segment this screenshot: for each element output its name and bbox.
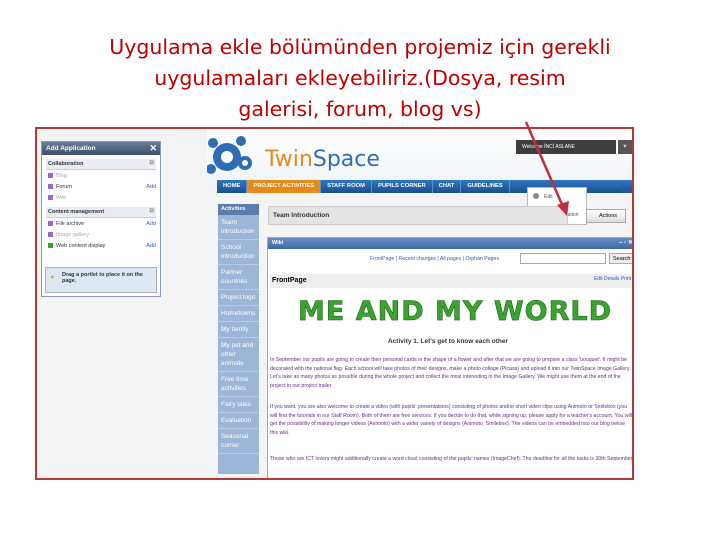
blog-icon [48,173,53,178]
wiki-page-actions[interactable]: Edit Details Print [594,276,631,282]
page-title: Team Introduction [268,206,568,225]
sidebar-item-free-time[interactable]: Free time activities [218,372,259,397]
section-content-management[interactable]: Content management ⊟ [46,207,156,218]
sidebar-item-seasonal-corner[interactable]: Seasonal corner [218,429,259,454]
collapse-icon[interactable]: ⊟ [149,208,154,214]
wiki-paragraph-1: In September our pupils are going to cre… [270,356,632,390]
app-row-web-content[interactable]: Web content display Add [42,240,160,251]
screenshot-frame: TwinSpace Welcome İNCİ ASLANE ▼ HOME PROJ… [35,127,634,480]
edit-icon [533,193,539,199]
wiki-nav-links[interactable]: FrontPage | Recent changes | All pages |… [370,256,499,262]
app-row-forum[interactable]: Forum Add [42,181,160,192]
add-file-archive-link[interactable]: Add [146,221,156,227]
nav-chat[interactable]: CHAT [433,180,462,193]
drag-portlet-note: ✦ Drag a portlet to place it on the page. [45,267,157,293]
add-application-panel: Add Application ✕ Collaboration ⊟ Blog Fo… [41,141,161,297]
wiki-page-title: FrontPage [270,274,632,288]
app-row-blog: Blog [42,170,160,181]
slide-title-line-2: uygulamaları ekleyebiliriz.(Dosya, resim [154,66,566,90]
nav-pupils-corner[interactable]: PUPILS CORNER [372,180,433,193]
sidebar-item-hometowns[interactable]: Hometowns [218,306,259,322]
twinspace-logo-icon [207,136,252,174]
app-row-image-gallery: Image gallery [42,229,160,240]
nav-home[interactable]: HOME [217,180,248,193]
app-row-file-archive[interactable]: File archive Add [42,218,160,229]
wiki-paragraph-3: Those who are ICT lovers might additiona… [270,455,634,464]
add-forum-link[interactable]: Add [146,184,156,190]
nav-guidelines[interactable]: GUIDELINES [461,180,510,193]
forum-icon [48,184,53,189]
app-row-wiki: Wiki [42,192,160,203]
slide-title-line-1: Uygulama ekle bölümünden projemiz için g… [109,35,611,59]
add-application-title: Add Application [46,145,96,152]
sidebar-item-my-family[interactable]: My family [218,322,259,338]
wiki-search-input[interactable] [520,253,606,264]
add-web-content-link[interactable]: Add [146,243,156,249]
slide-title-line-3: galerisi, forum, blog vs) [238,97,482,121]
wiki-search-button[interactable]: Search [609,253,632,264]
sidebar-item-partner-countries[interactable]: Partner countries [218,265,259,290]
hide-link[interactable]: Hide [620,189,630,195]
close-icon[interactable]: ✕ [149,143,157,153]
twinspace-logo-text[interactable]: TwinSpace [265,147,380,172]
sidebar-item-school-introduction[interactable]: School introduction [218,240,259,265]
sidebar-header: Activities [218,204,259,215]
lightbulb-icon: ✦ [50,275,55,281]
slide-title: Uygulama ekle bölümünden projemiz için g… [40,32,680,125]
sidebar-item-my-pet[interactable]: My pet and other animals [218,338,259,372]
web-content-icon [48,243,53,248]
add-application-header: Add Application ✕ [42,142,160,155]
wiki-header: Wiki – ▫ ✕ [268,238,632,249]
sidebar-item-project-logo[interactable]: Project logo [218,290,259,306]
collapse-icon[interactable]: ⊟ [149,160,154,166]
sidebar-item-team-introduction[interactable]: Team introduction [218,215,259,240]
menu-item-edit[interactable]: Edit [528,188,586,206]
wiki-portlet: Wiki – ▫ ✕ FrontPage | Recent changes | A… [267,237,634,478]
sidebar-item-evaluation[interactable]: Evaluation [218,413,259,429]
activities-sidebar: Activities Team introduction School intr… [218,204,259,474]
image-gallery-icon [48,232,53,237]
welcome-user-button[interactable]: Welcome İNCİ ASLANE ▼ [516,140,632,154]
chevron-down-icon[interactable]: ▼ [618,140,632,154]
section-collaboration[interactable]: Collaboration ⊟ [46,159,156,170]
wiki-paragraph-2: If you want, you are also welcome to cre… [270,403,632,437]
window-controls-icon[interactable]: – ▫ ✕ [619,239,632,246]
wiki-icon [48,195,53,200]
actions-button[interactable]: Actions [586,209,626,223]
sidebar-item-fairy-tales[interactable]: Fairy tales [218,397,259,413]
file-archive-icon [48,221,53,226]
nav-staff-room[interactable]: STAFF ROOM [321,180,372,193]
nav-project-activities[interactable]: PROJECT ACTIVITIES [247,180,322,193]
activity-heading: Activity 1. Let's get to know each other [388,338,509,345]
me-and-my-world-banner: ME AND MY WORLD [298,296,612,328]
